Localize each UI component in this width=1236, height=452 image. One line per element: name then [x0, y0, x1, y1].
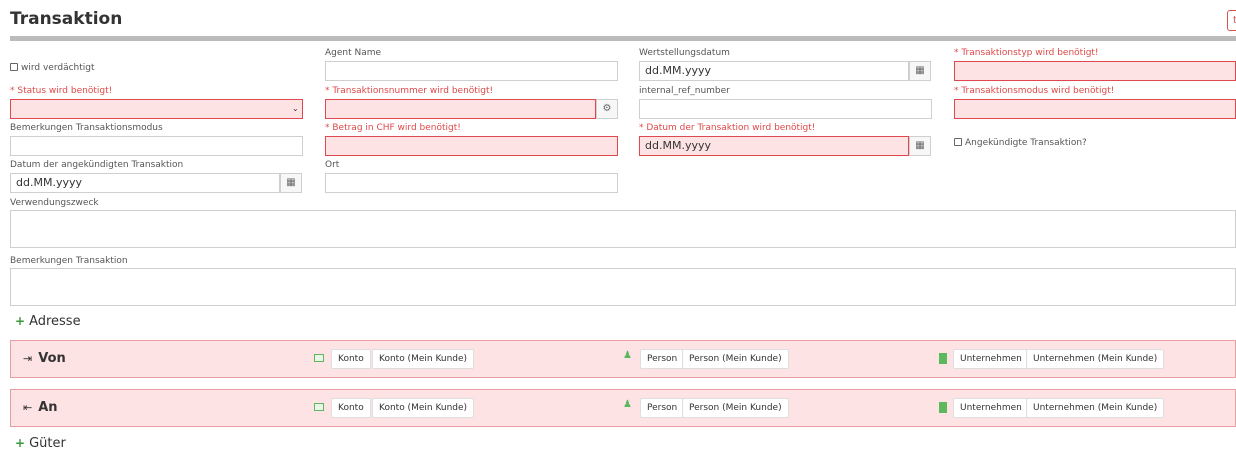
mode-remarks-label: Bemerkungen Transaktionsmodus: [10, 123, 163, 133]
amount-label: * Betrag in CHF wird benötigt!: [325, 123, 461, 133]
building-icon: [939, 402, 947, 413]
chevron-down-icon: ⌄: [292, 104, 299, 113]
page-title: Transaktion: [10, 9, 123, 29]
plus-icon: +: [15, 436, 26, 450]
account-button[interactable]: Konto: [331, 349, 371, 369]
value-date-label: Wertstellungsdatum: [639, 48, 730, 58]
place-input[interactable]: [325, 173, 618, 193]
calendar-icon: ▦: [286, 177, 296, 188]
party-row-to: ⇤ An Konto Konto (Mein Kunde) ♟ Person Pe…: [10, 389, 1236, 427]
party-row-from: ⇥ Von Konto Konto (Mein Kunde) ♟ Person P…: [10, 340, 1236, 378]
account-icon: [314, 354, 324, 362]
remarks-label: Bemerkungen Transaktion: [10, 256, 128, 266]
suspicious-checkbox[interactable]: wird verdächtigt: [10, 63, 95, 73]
calendar-icon: ▦: [915, 65, 925, 76]
place-label: Ort: [325, 160, 340, 170]
remarks-textarea[interactable]: [10, 268, 1236, 306]
calendar-icon: ▦: [915, 140, 925, 151]
company-button[interactable]: Unternehmen: [953, 349, 1029, 369]
transaction-date-calendar-button[interactable]: ▦: [909, 136, 931, 156]
status-label: * Status wird benötigt!: [10, 86, 113, 96]
transaction-number-input[interactable]: [325, 99, 596, 119]
generate-number-button[interactable]: ⚙: [596, 99, 618, 119]
amount-input[interactable]: [325, 136, 618, 156]
person-own-button[interactable]: Person (Mein Kunde): [682, 398, 789, 418]
status-select[interactable]: [10, 99, 303, 119]
purpose-textarea[interactable]: [10, 210, 1236, 248]
plus-icon: +: [15, 314, 26, 328]
purpose-label: Verwendungszweck: [10, 198, 99, 208]
person-icon: ♟: [623, 350, 632, 361]
add-goods-link[interactable]: + Güter: [15, 436, 66, 451]
company-button[interactable]: Unternehmen: [953, 398, 1029, 418]
sign-out-icon: ⇥: [23, 352, 33, 365]
person-button[interactable]: Person: [640, 398, 685, 418]
value-date-input[interactable]: dd.MM.yyyy: [639, 61, 909, 81]
announced-checkbox[interactable]: Angekündigte Transaktion?: [954, 138, 1087, 148]
transaction-date-label: * Datum der Transaktion wird benötigt!: [639, 123, 816, 133]
agent-name-input[interactable]: [325, 61, 618, 81]
value-date-calendar-button[interactable]: ▦: [909, 61, 931, 81]
announced-date-input[interactable]: dd.MM.yyyy: [10, 173, 280, 193]
sign-in-icon: ⇤: [23, 401, 33, 414]
checkbox-box[interactable]: [954, 138, 962, 146]
add-address-label: Adresse: [29, 314, 81, 329]
announced-date-label: Datum der angekündigten Transaktion: [10, 160, 184, 170]
party-title-to: ⇤ An: [23, 400, 58, 415]
title-divider: [10, 36, 1236, 41]
account-own-button[interactable]: Konto (Mein Kunde): [372, 349, 475, 369]
party-title-label: Von: [38, 351, 66, 366]
transaction-date-input[interactable]: dd.MM.yyyy: [639, 136, 909, 156]
agent-name-label: Agent Name: [325, 48, 382, 58]
building-icon: [939, 353, 947, 364]
person-icon: ♟: [623, 399, 632, 410]
account-icon: [314, 403, 324, 411]
account-own-button[interactable]: Konto (Mein Kunde): [372, 398, 475, 418]
transaction-type-label: * Transaktionstyp wird benötigt!: [954, 48, 1099, 58]
party-title-from: ⇥ Von: [23, 351, 66, 366]
transaction-type-select[interactable]: [954, 61, 1236, 81]
cogs-icon: ⚙: [602, 103, 612, 114]
transaction-number-label: * Transaktionsnummer wird benötigt!: [325, 86, 494, 96]
mode-remarks-input[interactable]: [10, 136, 303, 156]
suspicious-checkbox-label: wird verdächtigt: [21, 63, 95, 73]
announced-checkbox-label: Angekündigte Transaktion?: [965, 138, 1087, 148]
announced-date-calendar-button[interactable]: ▦: [280, 173, 302, 193]
person-button[interactable]: Person: [640, 349, 685, 369]
internal-ref-input[interactable]: [639, 99, 932, 119]
transaction-mode-label: * Transaktionsmodus wird benötigt!: [954, 86, 1115, 96]
person-own-button[interactable]: Person (Mein Kunde): [682, 349, 789, 369]
checkbox-box[interactable]: [10, 63, 18, 71]
transaction-mode-select[interactable]: [954, 99, 1236, 119]
add-address-link[interactable]: + Adresse: [15, 314, 81, 329]
company-own-button[interactable]: Unternehmen (Mein Kunde): [1026, 349, 1165, 369]
company-own-button[interactable]: Unternehmen (Mein Kunde): [1026, 398, 1165, 418]
internal-ref-label: internal_ref_number: [639, 86, 730, 96]
add-goods-label: Güter: [29, 436, 66, 451]
party-title-label: An: [38, 400, 58, 415]
corner-button[interactable]: t: [1227, 10, 1236, 31]
account-button[interactable]: Konto: [331, 398, 371, 418]
